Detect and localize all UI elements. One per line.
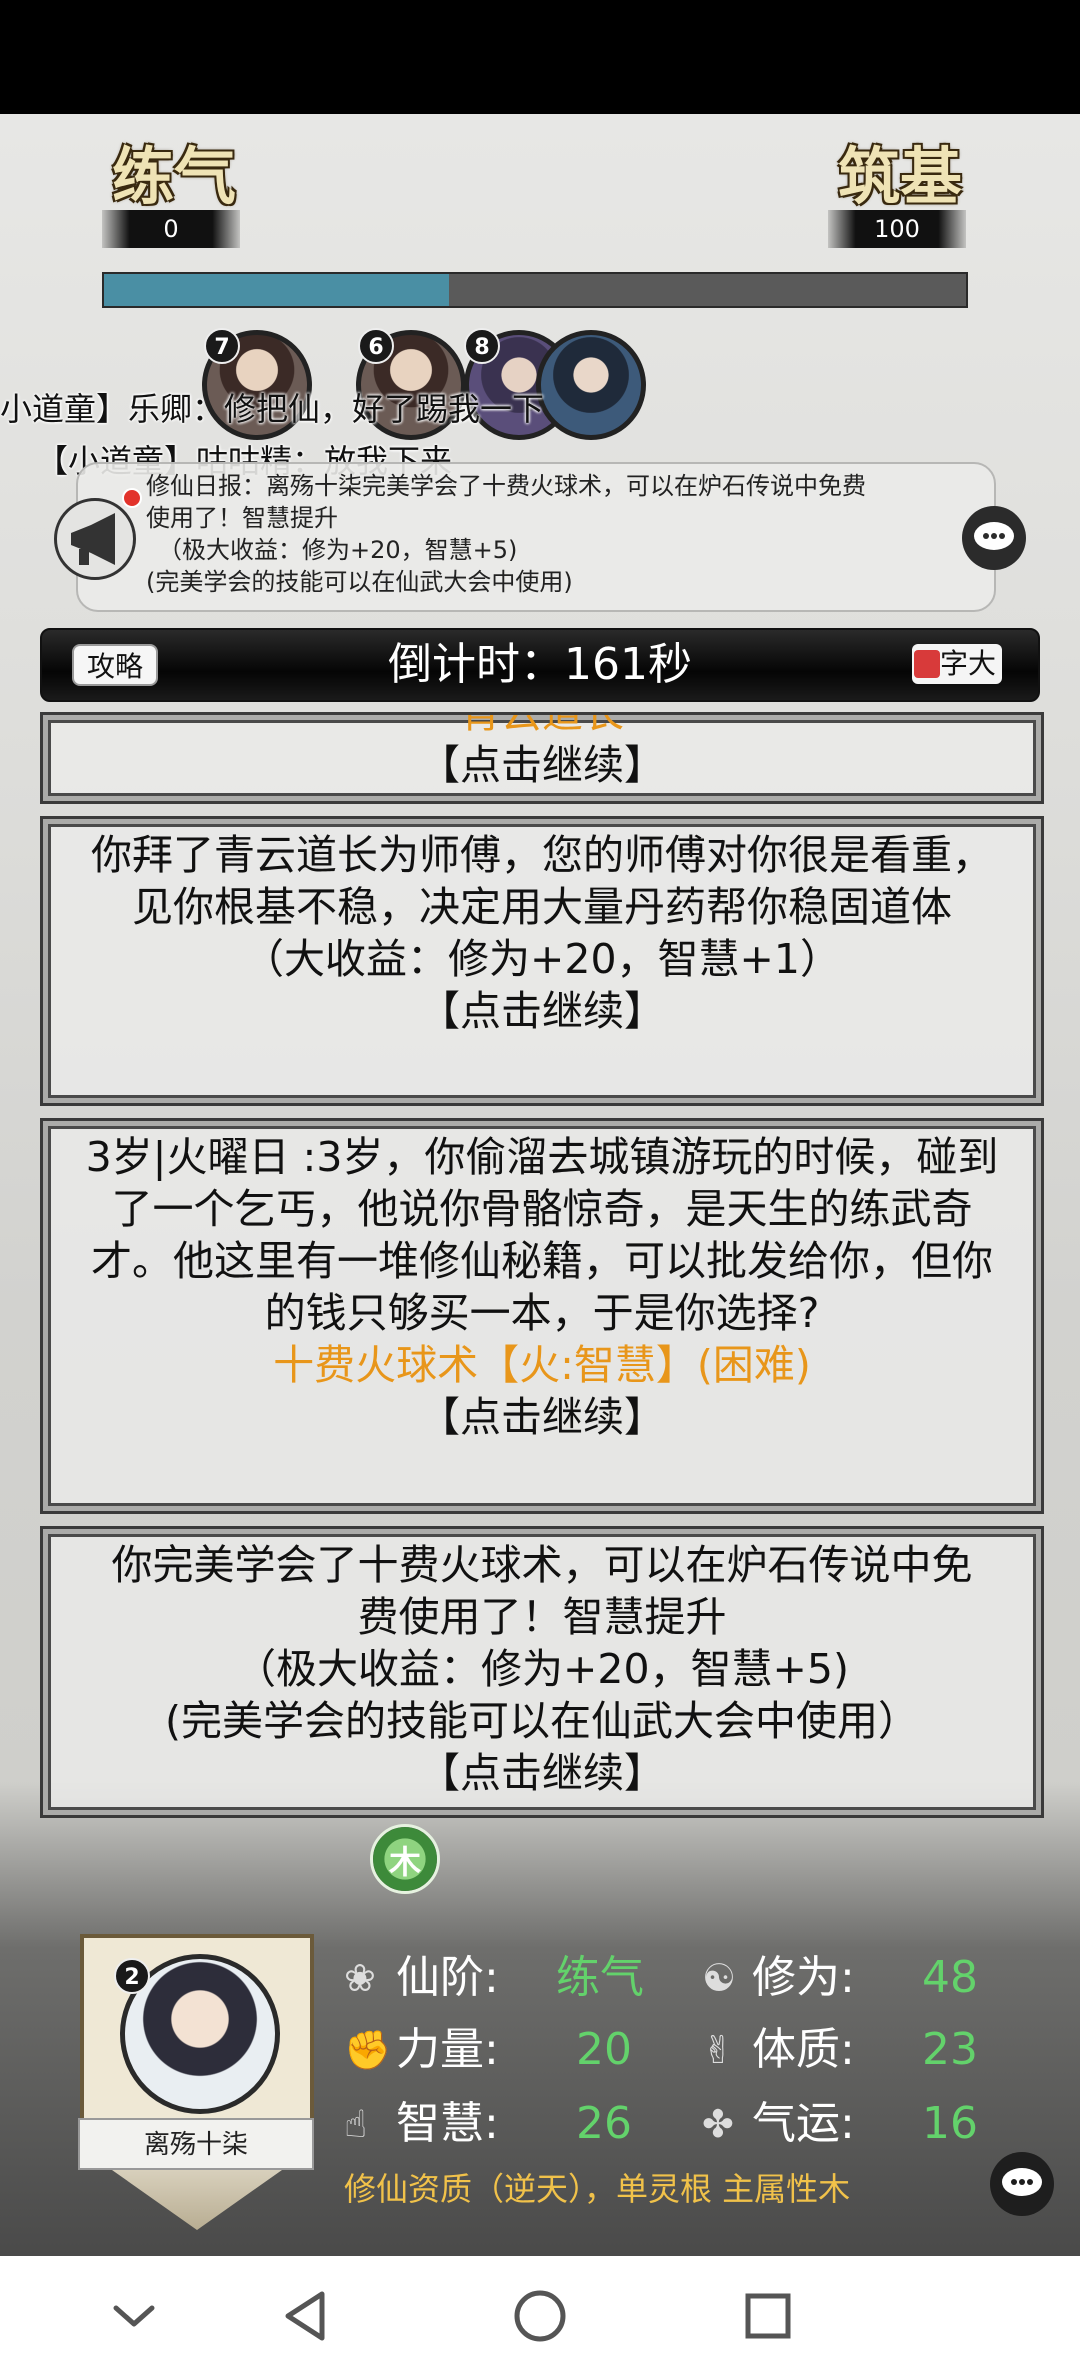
back-icon[interactable]	[278, 2286, 338, 2346]
avatar-badge: 6	[358, 328, 394, 364]
strength-stat-icon: ✊	[344, 2028, 392, 2072]
continue-prompt: 【点击继续】	[419, 987, 665, 1035]
realm-stat-value: 练气	[556, 1952, 644, 2003]
home-icon[interactable]	[510, 2286, 570, 2346]
event-card[interactable]: 3岁|火曜日 :3岁，你偷溜去城镇游玩的时候，碰到了一个乞丐，他说你骨骼惊奇，是…	[40, 1118, 1044, 1514]
aptitude-text: 修仙资质（逆天），单灵根 主属性木	[344, 2170, 851, 2208]
wisdom-stat-icon: ☝	[344, 2102, 368, 2146]
next-realm-label: 筑基	[838, 140, 963, 213]
card-text: 你拜了青云道长为师傅，您的师傅对你很是看重，见你根基不稳，决定用大量丹药帮你稳固…	[91, 831, 993, 931]
font-toggle-indicator	[914, 650, 940, 678]
strength-stat-label: 力量:	[396, 2024, 499, 2075]
banner-tip	[112, 2170, 282, 2230]
collapse-icon[interactable]	[104, 2286, 164, 2346]
card-partial-title: 青云道长	[460, 712, 624, 737]
card-choice: 十费火球术【火:智慧】(困难)	[273, 1341, 811, 1389]
chat-bubble-icon[interactable]	[990, 2152, 1054, 2216]
event-card[interactable]: 青云道长 【点击继续】	[40, 712, 1044, 804]
card-text: 3岁|火曜日 :3岁，你偷溜去城镇游玩的时候，碰到了一个乞丐，他说你骨骼惊奇，是…	[85, 1133, 999, 1337]
luck-stat-value: 16	[922, 2098, 978, 2149]
event-card[interactable]: 你拜了青云道长为师傅，您的师傅对你很是看重，见你根基不稳，决定用大量丹药帮你稳固…	[40, 816, 1044, 1106]
announcement-horn-icon	[54, 498, 136, 580]
event-card[interactable]: 你完美学会了十费火球术，可以在炉石传说中免费使用了！智慧提升 （极大收益：修为+…	[40, 1526, 1044, 1818]
wood-element-icon[interactable]: 木	[370, 1824, 440, 1894]
character-badge: 2	[114, 1958, 150, 1994]
unread-dot	[122, 488, 142, 508]
card-note: (完美学会的技能可以在仙武大会中使用）	[165, 1697, 919, 1745]
wisdom-stat-label: 智慧:	[396, 2098, 499, 2149]
constitution-stat-label: 体质:	[752, 2024, 855, 2075]
cultivation-progress-bar	[102, 272, 968, 308]
constitution-stat-icon: ✌	[702, 2028, 734, 2072]
card-text: 你完美学会了十费火球术，可以在炉石传说中免费使用了！智慧提升	[111, 1541, 973, 1641]
constitution-stat-value: 23	[922, 2024, 978, 2075]
strategy-button[interactable]: 攻略	[72, 644, 158, 686]
chat-bubble-icon[interactable]	[962, 506, 1026, 570]
continue-prompt: 【点击继续】	[419, 1749, 665, 1797]
recents-icon[interactable]	[738, 2286, 798, 2346]
cultivation-progress-fill	[104, 274, 449, 306]
player-avatar[interactable]	[536, 330, 646, 440]
character-name: 离殇十柒	[78, 2118, 314, 2170]
continue-prompt: 【点击继续】	[419, 1393, 665, 1441]
continue-prompt: 【点击继续】	[419, 741, 665, 789]
cultivation-stat-label: 修为:	[752, 1952, 855, 2003]
avatar-badge: 8	[464, 328, 500, 364]
current-realm-value: 0	[102, 210, 240, 248]
cultivation-stat-value: 48	[922, 1952, 978, 2003]
realm-stat-icon: ❀	[344, 1956, 376, 2000]
next-realm-value: 100	[828, 210, 966, 248]
top-bar	[0, 0, 1080, 114]
card-reward: （大收益：修为+20，智慧+1）	[243, 935, 841, 983]
avatar-badge: 7	[204, 328, 240, 364]
luck-stat-label: 气运:	[752, 2098, 855, 2149]
realm-stat-label: 仙阶:	[396, 1952, 499, 2003]
chat-message: 小道童】乐卿：修把仙，好了踢我一下	[0, 390, 545, 428]
card-reward: （极大收益：修为+20，智慧+5)	[235, 1645, 849, 1693]
cultivation-stat-icon: ☯	[702, 1956, 737, 2000]
news-notice-text: 修仙日报：离殇十柒完美学会了十费火球术，可以在炉石传说中免费 使用了！智慧提升 …	[146, 472, 866, 596]
current-realm-label: 练气	[112, 140, 237, 213]
wisdom-stat-value: 26	[576, 2098, 632, 2149]
luck-stat-icon: ✤	[702, 2102, 734, 2146]
strength-stat-value: 20	[576, 2024, 632, 2075]
